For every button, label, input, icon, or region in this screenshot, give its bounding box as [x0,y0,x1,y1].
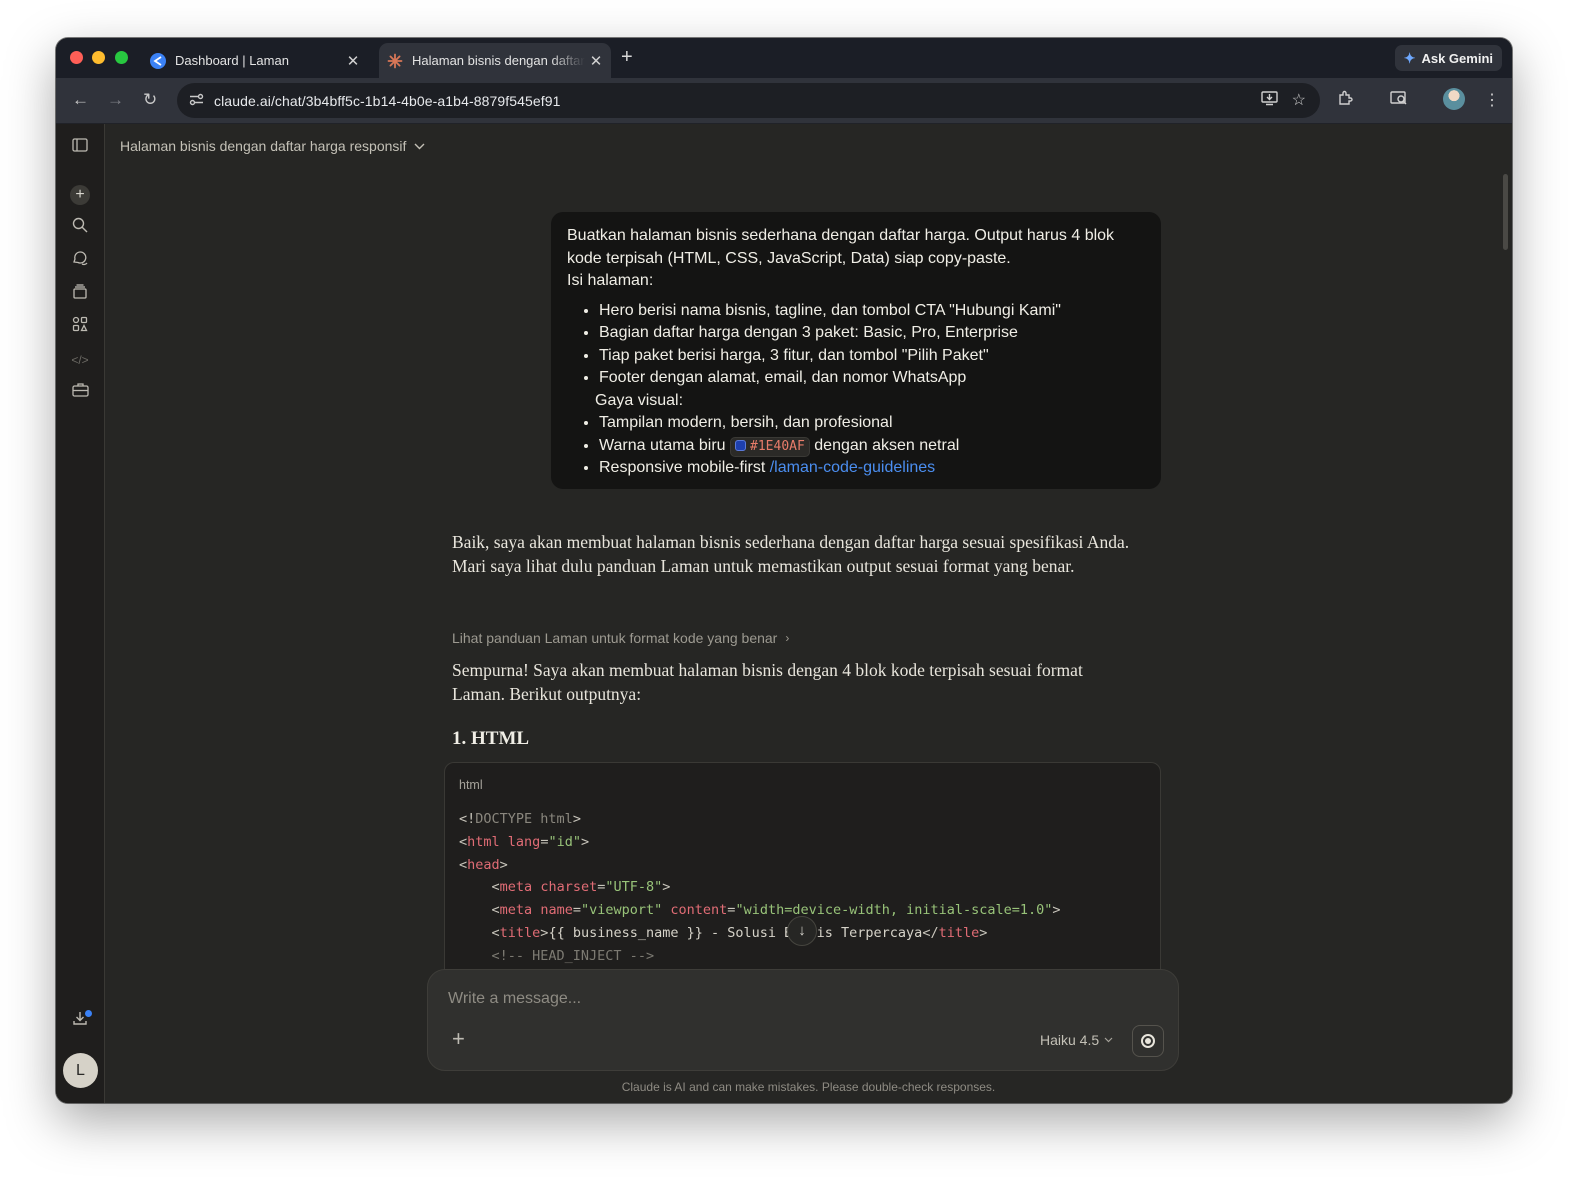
code-line: <!DOCTYPE html> [459,811,581,827]
responsive-text: Responsive mobile-first [599,459,766,476]
profile-avatar[interactable] [1443,88,1465,110]
disclaimer-text: Claude is AI and can make mistakes. Plea… [621,1080,996,1094]
tab-title: Halaman bisnis dengan daftar harga respo… [412,53,585,68]
guidelines-link[interactable]: /laman-code-guidelines [770,459,935,476]
browser-window: Dashboard | Laman ✕ Halaman bisnis denga… [56,38,1512,1103]
tab-strip: Dashboard | Laman ✕ Halaman bisnis denga… [56,38,1512,78]
back-arrow-icon[interactable]: ← [72,90,89,110]
scroll-to-bottom-icon[interactable]: ↓ [787,916,817,946]
list-item: Tampilan modern, bersih, dan profesional [599,412,1145,435]
code-line: <!-- HEAD_INJECT --> [491,947,655,964]
sidebar-toggle-icon[interactable] [68,136,92,160]
notification-dot [85,1010,92,1017]
tab-search-icon[interactable] [1390,90,1408,111]
bookmark-star-icon[interactable]: ☆ [1292,90,1306,111]
user-message: Buatkan halaman bisnis sederhana dengan … [551,212,1161,489]
forward-arrow-icon[interactable]: → [107,90,124,110]
chevron-down-icon [1104,1037,1113,1043]
chat-title: Halaman bisnis dengan daftar harga respo… [120,138,407,154]
chevron-down-icon [414,143,425,149]
chats-icon[interactable] [68,250,92,274]
close-tab-icon[interactable]: ✕ [585,52,607,70]
add-attachment-icon[interactable]: + [452,1028,465,1050]
close-tab-icon[interactable]: ✕ [342,52,364,70]
list-item: Tiap paket berisi harga, 3 fitur, dan to… [599,345,1145,368]
user-message-intro-2: Isi halaman: [567,272,654,289]
laman-favicon-icon [150,52,166,69]
projects-icon[interactable] [68,283,92,307]
section-heading: 1. HTML [452,728,530,749]
artifacts-icon[interactable] [68,316,92,340]
color-text-after: dengan aksen netral [814,436,960,454]
new-tab-button[interactable]: + [621,47,633,67]
tab-title: Dashboard | Laman [175,53,289,68]
list-item: Hero berisi nama bisnis, tagline, dan to… [599,300,1145,323]
scrollbar[interactable] [1503,174,1508,250]
code-line: <head> [459,856,508,873]
reload-icon[interactable]: ↻ [143,90,157,110]
new-chat-icon[interactable]: + [70,185,90,205]
minimize-window-button[interactable] [92,51,105,64]
code-line: <html lang="id"> [459,833,590,850]
code-language-label: html [459,778,483,792]
user-message-intro: Buatkan halaman bisnis sederhana dengan … [567,227,1115,267]
gemini-sparkle-icon: ✦ [1403,49,1416,66]
model-selector[interactable]: Haiku 4.5 [1040,1032,1113,1048]
close-window-button[interactable] [70,51,83,64]
code-content[interactable]: <!DOCTYPE html> <html lang="id"> <head> <m… [459,808,1061,968]
list-item: Footer dengan alamat, email, dan nomor W… [599,367,1145,390]
browser-toolbar: ← → ↻ claude.ai/chat/3b4bff5c-1b14-4b0e-… [56,78,1512,124]
chevron-right-icon: › [785,631,790,645]
ask-gemini-label: Ask Gemini [1421,50,1493,66]
extensions-icon[interactable] [1337,90,1354,112]
sidebar: + </> L [56,124,105,1103]
site-settings-icon[interactable] [186,93,206,109]
browser-menu-icon[interactable]: ⋮ [1484,90,1500,110]
chat-title-dropdown[interactable]: Halaman bisnis dengan daftar harga respo… [120,138,425,154]
install-app-icon[interactable] [1260,90,1278,111]
hex-value: #1E40AF [750,438,805,454]
list-item-color: Warna utama biru #1E40AF dengan aksen ne… [599,435,1145,458]
hex-color-chip: #1E40AF [730,436,810,457]
tools-icon[interactable] [68,381,92,405]
tool-call-label: Lihat panduan Laman untuk format kode ya… [452,630,778,646]
maximize-window-button[interactable] [115,51,128,64]
claude-favicon-icon [387,53,403,69]
message-composer: + Haiku 4.5 [427,969,1179,1071]
message-input[interactable] [448,990,1008,1008]
code-line: <meta name="viewport" content="width=dev… [491,902,1061,919]
color-text-before: Warna utama biru [599,436,726,454]
list-item-responsive: Responsive mobile-first /laman-code-guid… [599,457,1145,480]
tab-active-chat[interactable]: Halaman bisnis dengan daftar harga respo… [379,43,611,78]
address-bar[interactable]: claude.ai/chat/3b4bff5c-1b14-4b0e-a1b4-8… [177,83,1320,118]
tool-call-expander[interactable]: Lihat panduan Laman untuk format kode ya… [452,630,789,646]
claude-app: + </> L Halaman bisnis dengan daftar har… [56,124,1512,1103]
search-icon[interactable] [68,217,92,241]
voice-icon [1141,1034,1155,1048]
color-swatch [735,439,747,451]
tab-dashboard[interactable]: Dashboard | Laman ✕ [142,43,368,78]
content-list: Hero berisi nama bisnis, tagline, dan to… [595,300,1145,480]
model-name: Haiku 4.5 [1040,1032,1100,1048]
assistant-paragraph: Baik, saya akan membuat halaman bisnis s… [452,532,1130,576]
style-heading: Gaya visual: [595,391,684,409]
assistant-paragraph: Sempurna! Saya akan membuat halaman bisn… [452,660,1083,704]
list-item: Bagian daftar harga dengan 3 paket: Basi… [599,322,1145,345]
code-icon[interactable]: </> [68,348,92,372]
code-line: <meta charset="UTF-8"> [491,879,671,896]
ask-gemini-button[interactable]: ✦ Ask Gemini [1394,45,1502,71]
code-line: <title>{{ business_name }} - Solusi Bisn… [491,924,988,941]
voice-mode-button[interactable] [1132,1025,1164,1057]
url-text[interactable]: claude.ai/chat/3b4bff5c-1b14-4b0e-a1b4-8… [214,93,561,109]
